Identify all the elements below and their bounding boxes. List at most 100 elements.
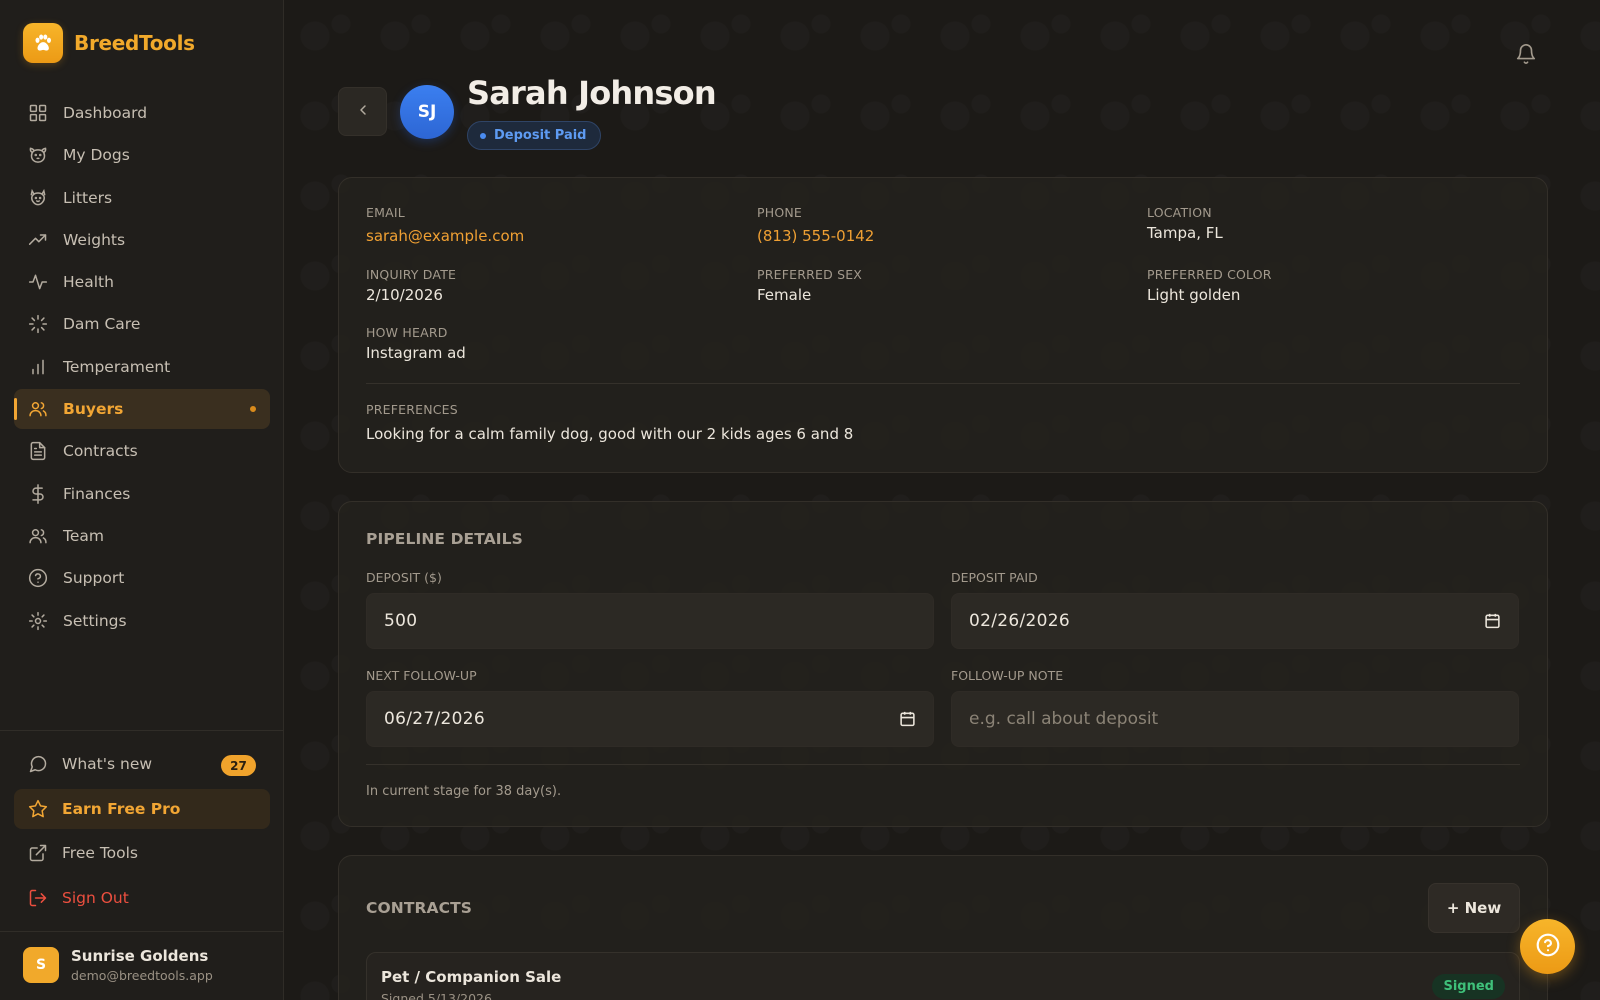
puppy-icon — [28, 188, 48, 208]
free-tools-label: Free Tools — [62, 844, 139, 862]
sidebar-item-label: Litters — [63, 188, 113, 207]
bar-chart-icon — [28, 357, 48, 377]
paw-logo-icon — [23, 23, 63, 63]
sidebar-item-support[interactable]: Support — [14, 558, 270, 598]
dog-icon — [28, 145, 48, 165]
preferences-value: Looking for a calm family dog, good with… — [366, 425, 854, 443]
sidebar-divider — [0, 730, 284, 731]
user-profile[interactable]: S Sunrise Goldens demo@breedtools.app — [23, 947, 213, 983]
preferred-color-label: PREFERRED COLOR — [1147, 267, 1272, 282]
sidebar-item-team[interactable]: Team — [14, 516, 270, 556]
main-content: SJ Sarah Johnson Deposit Paid EMAIL sara… — [285, 0, 1600, 1000]
loader-icon — [28, 314, 48, 334]
preferred-sex-value: Female — [757, 286, 812, 304]
sidebar-item-label: Buyers — [63, 400, 124, 419]
trend-up-icon — [28, 230, 48, 250]
external-link-icon — [28, 843, 48, 863]
next-follow-up-label: NEXT FOLLOW-UP — [366, 668, 477, 683]
pipeline-title: PIPELINE DETAILS — [366, 530, 523, 548]
how-heard-field: HOW HEARD Instagram ad — [366, 325, 466, 362]
calendar-icon[interactable] — [899, 710, 916, 733]
free-tools-link[interactable]: Free Tools — [14, 833, 270, 873]
sidebar-item-settings[interactable]: Settings — [14, 601, 270, 641]
preferences-label: PREFERENCES — [366, 402, 458, 417]
whats-new-label: What's new — [62, 755, 153, 773]
preferred-sex-label: PREFERRED SEX — [757, 267, 863, 282]
help-circle-icon — [28, 568, 48, 588]
location-value: Tampa, FL — [1147, 224, 1223, 242]
earn-free-pro-link[interactable]: Earn Free Pro — [14, 788, 270, 829]
bell-icon[interactable] — [1515, 42, 1537, 66]
how-heard-label: HOW HEARD — [366, 325, 448, 340]
sidebar-item-label: Settings — [63, 611, 127, 630]
follow-up-note-label: FOLLOW-UP NOTE — [951, 668, 1064, 683]
sidebar-item-contracts[interactable]: Contracts — [14, 431, 270, 471]
sidebar-divider — [0, 931, 284, 932]
active-indicator-dot — [250, 406, 256, 413]
contracts-card: CONTRACTS + New Pet / Companion Sale Sig… — [338, 855, 1548, 1000]
grid-icon — [28, 103, 48, 123]
preferred-color-field: PREFERRED COLOR Light golden — [1147, 267, 1272, 304]
buyer-avatar: SJ — [400, 85, 454, 139]
status-dot — [480, 132, 486, 139]
sidebar-item-weights[interactable]: Weights — [14, 220, 270, 260]
avatar: S — [23, 947, 59, 983]
activity-icon — [28, 272, 48, 292]
users-icon — [28, 399, 48, 419]
sidebar-item-label: Finances — [63, 484, 131, 503]
sidebar-item-label: Contracts — [63, 442, 138, 461]
sidebar-item-label: Dashboard — [63, 104, 148, 122]
user-name: Sunrise Goldens — [71, 947, 209, 965]
inquiry-date-field: INQUIRY DATE 2/10/2026 — [366, 267, 456, 304]
log-out-icon — [28, 888, 48, 908]
sidebar-item-buyers[interactable]: Buyers — [14, 389, 270, 430]
email-link[interactable]: sarah@example.com — [366, 227, 524, 245]
whats-new-link[interactable]: What's new 27 — [14, 744, 270, 784]
sidebar: BreedTools Dashboard My Dogs Litters Wei… — [0, 0, 284, 1000]
calendar-icon[interactable] — [1484, 612, 1501, 635]
whats-new-count-badge: 27 — [221, 755, 256, 776]
stage-duration-note: In current stage for 38 day(s). — [366, 784, 562, 799]
sidebar-item-temperament[interactable]: Temperament — [14, 347, 270, 387]
sign-out-button[interactable]: Sign Out — [14, 878, 270, 918]
help-button[interactable] — [1520, 919, 1575, 974]
deposit-input[interactable]: 500 — [366, 593, 934, 649]
preferred-color-value: Light golden — [1147, 286, 1241, 304]
how-heard-value: Instagram ad — [366, 344, 466, 362]
contract-signed-date: Signed 5/13/2026 — [381, 991, 492, 1000]
next-follow-up-date-input[interactable]: 06/27/2026 — [366, 691, 934, 747]
help-circle-icon — [1535, 932, 1561, 962]
sidebar-item-label: Health — [63, 273, 114, 292]
sidebar-item-dashboard[interactable]: Dashboard — [14, 93, 270, 133]
new-contract-button[interactable]: + New — [1428, 883, 1520, 933]
contract-title: Pet / Companion Sale — [381, 968, 562, 986]
sidebar-item-litters[interactable]: Litters — [14, 178, 270, 218]
location-label: LOCATION — [1147, 205, 1212, 220]
dollar-icon — [28, 483, 48, 504]
back-button[interactable] — [338, 87, 387, 136]
phone-link[interactable]: (813) 555-0142 — [757, 227, 874, 245]
contracts-title: CONTRACTS — [366, 899, 473, 917]
list-item[interactable]: Pet / Companion Sale Signed 5/13/2026 Si… — [366, 952, 1520, 1000]
sidebar-item-finances[interactable]: Finances — [14, 474, 270, 514]
message-circle-icon — [28, 754, 48, 774]
divider — [366, 764, 1520, 765]
deposit-paid-label: DEPOSIT PAID — [951, 570, 1038, 585]
star-icon — [28, 799, 48, 819]
preferred-sex-field: PREFERRED SEX Female — [757, 267, 862, 304]
chevron-left-icon — [355, 102, 371, 122]
sidebar-item-label: Dam Care — [63, 315, 141, 334]
next-follow-up-date-value: 06/27/2026 — [384, 709, 485, 729]
sidebar-item-health[interactable]: Health — [14, 262, 270, 302]
follow-up-note-input[interactable]: e.g. call about deposit — [951, 691, 1519, 747]
location-field: LOCATION Tampa, FL — [1147, 205, 1223, 242]
sidebar-item-my-dogs[interactable]: My Dogs — [14, 135, 270, 175]
brand[interactable]: BreedTools — [23, 23, 195, 63]
divider — [366, 383, 1520, 384]
deposit-paid-date-value: 02/26/2026 — [969, 611, 1070, 631]
sidebar-item-dam-care[interactable]: Dam Care — [14, 304, 270, 344]
inquiry-date-label: INQUIRY DATE — [366, 267, 457, 282]
email-label: EMAIL — [366, 205, 405, 220]
users-icon — [28, 526, 48, 546]
deposit-paid-date-input[interactable]: 02/26/2026 — [951, 593, 1519, 649]
